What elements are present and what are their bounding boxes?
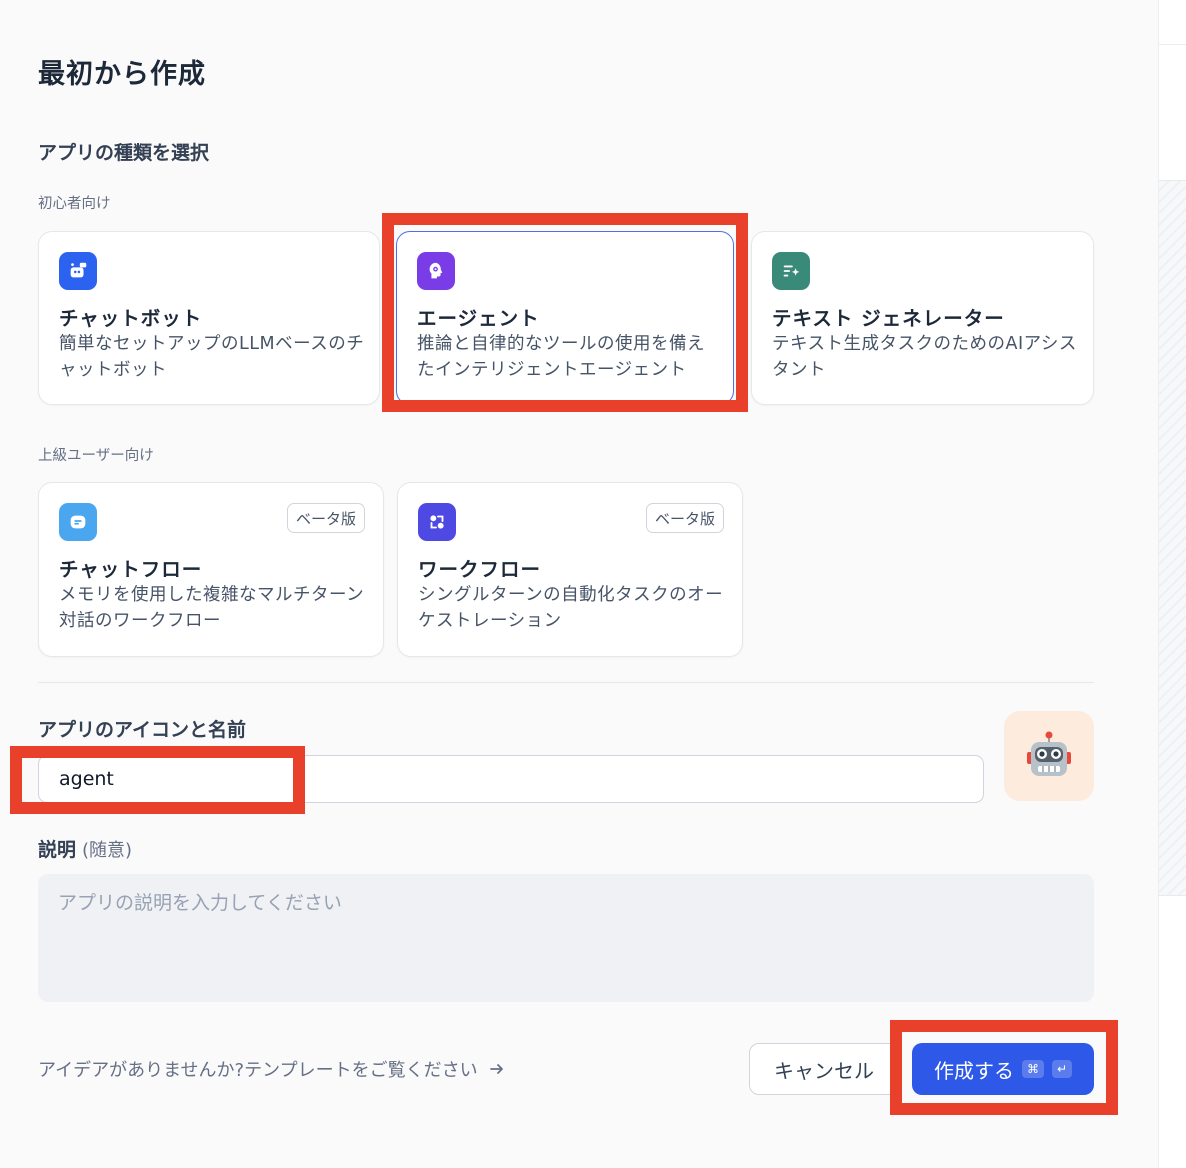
card-title: エージェント [417,307,540,330]
app-type-heading: アプリの種類を選択 [38,142,210,164]
card-title: チャットボット [59,307,203,330]
card-description: 簡単なセットアップのLLMベースのチャットボット [59,334,365,380]
app-type-card-workflow[interactable]: ベータ版 ワークフロー シングルターンの自動化タスクのオーケストレーション [397,482,743,657]
optional-marker: (随意) [82,840,133,861]
app-icon-picker[interactable] [1004,711,1094,801]
robot-emoji-icon [1027,731,1071,776]
browse-templates-link[interactable]: アイデアがありませんか?テンプレートをご覧ください [38,1056,506,1082]
cancel-button[interactable]: キャンセル [749,1043,899,1095]
beta-badge: ベータ版 [286,503,365,533]
app-type-card-text-generator[interactable]: テキスト ジェネレーター テキスト生成タスクのためのAIアシスタント [751,231,1094,405]
agent-brain-icon [417,252,455,290]
advanced-group-label: 上級ユーザー向け [38,448,154,464]
description-textarea[interactable]: アプリの説明を入力してください [38,874,1094,1002]
create-button-label: 作成する [934,1058,1014,1083]
page-title: 最初から作成 [38,59,206,90]
card-description: メモリを使用した複雑なマルチターン対話のワークフロー [59,585,365,631]
right-edge-panel [1158,0,1186,1168]
card-description: テキスト生成タスクのためのAIアシスタント [772,334,1077,380]
create-app-page: 最初から作成 アプリの種類を選択 初心者向け チャットボット 簡単なセットアップ… [0,0,1186,1168]
enter-key-icon: ↵ [1052,1060,1073,1078]
beginner-group-label: 初心者向け [38,196,111,212]
description-label-text: 説明 [38,839,77,861]
template-link-text: アイデアがありませんか?テンプレートをご覧ください [38,1060,478,1081]
description-label: 説明 (随意) [38,835,132,862]
card-description: シングルターンの自動化タスクのオーケストレーション [418,585,724,631]
create-button[interactable]: 作成する ⌘ ↵ [912,1043,1094,1095]
command-key-icon: ⌘ [1022,1060,1044,1078]
card-title: テキスト ジェネレーター [772,307,1005,330]
app-type-card-chatflow[interactable]: ベータ版 チャットフロー メモリを使用した複雑なマルチターン対話のワークフロー [38,482,384,657]
arrow-right-icon [489,1064,503,1074]
app-name-input[interactable]: agent [38,755,984,803]
app-type-card-agent[interactable]: エージェント 推論と自律的なツールの使用を備えたインテリジェントエージェント [396,231,734,405]
chatbot-icon [59,252,97,290]
app-type-card-chatbot[interactable]: チャットボット 簡単なセットアップのLLMベースのチャットボット [38,231,380,405]
description-placeholder: アプリの説明を入力してください [58,892,342,914]
workflow-icon [418,503,456,541]
name-section-heading: アプリのアイコンと名前 [38,719,247,741]
card-title: チャットフロー [59,558,203,581]
card-title: ワークフロー [418,558,542,581]
section-divider [38,682,1094,683]
card-description: 推論と自律的なツールの使用を備えたインテリジェントエージェント [417,334,705,380]
strip-divider [1159,44,1186,45]
text-generator-icon [772,252,810,290]
hatched-panel [1159,180,1186,896]
beta-badge: ベータ版 [645,503,724,533]
chatflow-icon [59,503,97,541]
